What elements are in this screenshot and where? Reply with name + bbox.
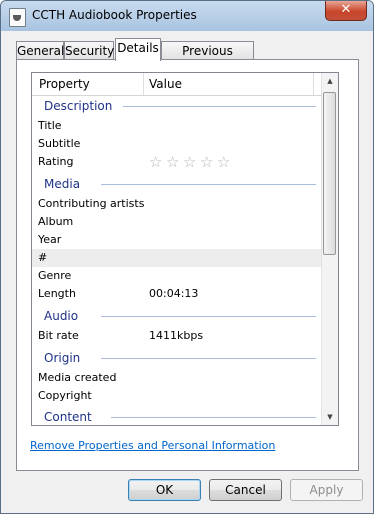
group-divider <box>101 316 316 317</box>
group-audio[interactable]: Audio <box>32 307 322 325</box>
cancel-button[interactable]: Cancel <box>209 479 282 501</box>
list-item-length[interactable]: Length 00:04:13 <box>32 285 322 303</box>
list-item-year[interactable]: Year <box>32 231 322 249</box>
list-item-album[interactable]: Album <box>32 213 322 231</box>
window-title: CCTH Audiobook Properties <box>32 8 197 22</box>
property-name: Contributing artists <box>38 197 145 210</box>
tab-general[interactable]: General <box>16 41 64 59</box>
property-name: Bit rate <box>38 329 79 342</box>
list-item-genre[interactable]: Genre <box>32 267 322 285</box>
group-heading: Content <box>44 410 92 424</box>
property-name: Subtitle <box>38 137 81 150</box>
remove-properties-link[interactable]: Remove Properties and Personal Informati… <box>30 439 275 452</box>
group-heading: Origin <box>44 351 81 365</box>
star-icon[interactable]: ☆ <box>217 153 230 171</box>
list-item-media-created[interactable]: Media created <box>32 369 322 387</box>
property-name: Rating <box>38 155 74 168</box>
scrollbar-thumb[interactable] <box>323 92 336 255</box>
star-icon[interactable]: ☆ <box>149 153 162 171</box>
tab-details[interactable]: Details <box>115 38 161 61</box>
column-header-value[interactable]: Value <box>149 73 182 95</box>
group-content[interactable]: Content <box>32 408 322 425</box>
list-item-track-number[interactable]: # <box>32 249 322 267</box>
property-value: 1411kbps <box>149 329 204 342</box>
list-item-bit-rate[interactable]: Bit rate 1411kbps <box>32 327 322 345</box>
vertical-scrollbar[interactable]: ▲ ▼ <box>321 73 338 425</box>
property-name: Year <box>38 233 62 246</box>
property-name: Genre <box>38 269 72 282</box>
group-divider <box>111 417 316 418</box>
tab-security[interactable]: Security <box>64 41 114 59</box>
column-divider[interactable] <box>313 73 314 95</box>
group-heading: Audio <box>44 309 79 323</box>
group-heading: Media <box>44 177 81 191</box>
close-button[interactable]: ✕ <box>325 1 367 21</box>
property-name: Title <box>38 119 62 132</box>
group-divider <box>101 184 316 185</box>
star-icon[interactable]: ☆ <box>200 153 213 171</box>
group-description[interactable]: Description <box>32 97 322 115</box>
group-divider <box>101 358 316 359</box>
details-panel: Property Value Description Title Subtitl… <box>16 59 359 471</box>
ok-button[interactable]: OK <box>128 479 201 501</box>
apply-button[interactable]: Apply <box>290 479 363 501</box>
title-bar[interactable]: CCTH Audiobook Properties ✕ <box>1 1 373 31</box>
tab-previous-versions[interactable]: Previous Versions <box>161 41 254 76</box>
list-item-contributing-artists[interactable]: Contributing artists <box>32 195 322 213</box>
list-item-subtitle[interactable]: Subtitle <box>32 135 322 153</box>
scroll-up-arrow-icon[interactable]: ▲ <box>322 73 338 89</box>
list-header: Property Value <box>32 73 322 96</box>
list-item-title[interactable]: Title <box>32 117 322 135</box>
properties-list[interactable]: Property Value Description Title Subtitl… <box>31 72 339 426</box>
property-name: Copyright <box>38 389 92 402</box>
group-media[interactable]: Media <box>32 175 322 193</box>
properties-window: CCTH Audiobook Properties ✕ General Secu… <box>0 0 374 514</box>
audio-file-icon <box>9 8 26 27</box>
star-icon[interactable]: ☆ <box>166 153 179 171</box>
property-name: Album <box>38 215 74 228</box>
group-divider <box>123 106 316 107</box>
property-value: 00:04:13 <box>149 287 199 300</box>
list-item-rating[interactable]: Rating ☆ ☆ ☆ ☆ ☆ <box>32 153 322 171</box>
column-divider[interactable] <box>143 73 144 95</box>
list-item-copyright[interactable]: Copyright <box>32 387 322 405</box>
property-name: Media created <box>38 371 117 384</box>
property-name: # <box>38 251 48 264</box>
column-header-property[interactable]: Property <box>39 73 90 95</box>
star-icon[interactable]: ☆ <box>183 153 196 171</box>
group-heading: Description <box>44 99 113 113</box>
scroll-down-arrow-icon[interactable]: ▼ <box>322 409 338 425</box>
property-name: Length <box>38 287 76 300</box>
group-origin[interactable]: Origin <box>32 349 322 367</box>
